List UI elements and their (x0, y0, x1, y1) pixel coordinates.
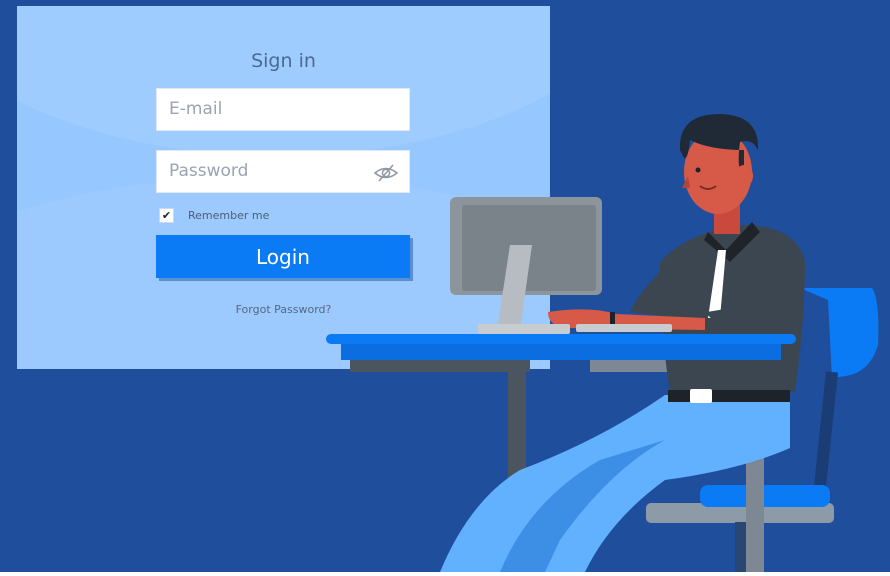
monitor-base (478, 324, 570, 334)
desk-leg (508, 360, 526, 478)
desk-top (326, 334, 796, 344)
belt (668, 390, 790, 402)
chair-post (812, 371, 838, 502)
eye (695, 167, 701, 173)
person-at-computer-illustration (326, 114, 879, 572)
login-screen: Sign in E-mail Password ✔ Remember me Lo… (0, 0, 890, 572)
belt-buckle (690, 389, 712, 403)
chair-cushion (700, 485, 830, 507)
desk-frame (350, 360, 530, 372)
watch (610, 312, 615, 326)
keyboard (576, 324, 672, 332)
desk-edge (341, 344, 781, 360)
ear (735, 165, 753, 187)
chair-back (800, 288, 879, 378)
